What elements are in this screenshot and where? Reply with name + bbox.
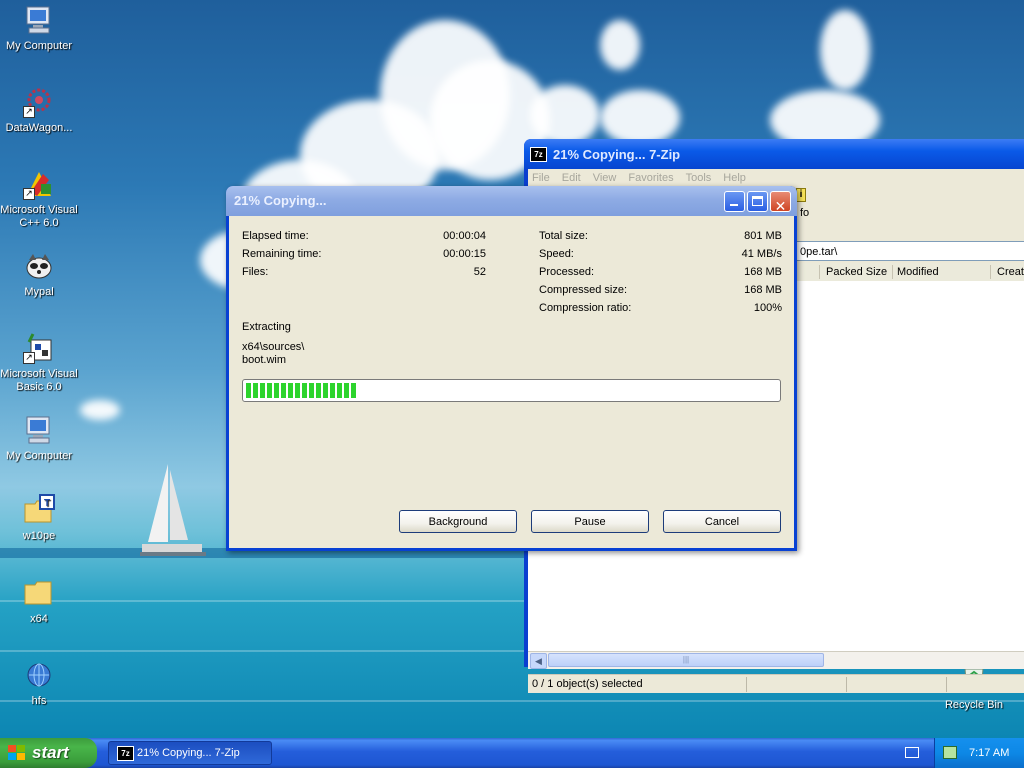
scroll-thumb[interactable]: ||| [548, 653, 824, 667]
hfs-icon [23, 659, 55, 691]
system-tray: 7:17 AM [934, 738, 1024, 768]
compressed-size-label: Compressed size: [539, 284, 628, 296]
speed-label: Speed: [539, 248, 574, 260]
minimize-icon [730, 204, 738, 206]
svg-text:T: T [44, 498, 50, 509]
desktop-icon-my-computer[interactable]: My Computer [0, 4, 78, 53]
minimize-button[interactable] [724, 191, 745, 212]
column-modified[interactable]: Modified [897, 263, 939, 281]
desktop: My Computer ↗ DataWagon... ↗ Microsoft V… [0, 0, 1024, 738]
network-icon[interactable] [943, 746, 957, 759]
processed-label: Processed: [539, 266, 595, 278]
column-created[interactable]: Creat [997, 263, 1024, 281]
maximize-button[interactable] [747, 191, 768, 212]
menu-view[interactable]: View [593, 172, 617, 184]
datawagon-icon: ↗ [23, 86, 55, 118]
maximize-icon [752, 196, 763, 206]
total-size-value: 801 MB [744, 230, 782, 242]
desktop-icon-hfs[interactable]: hfs [0, 659, 78, 708]
menu-file[interactable]: File [532, 172, 550, 184]
elapsed-time-label: Elapsed time: [242, 230, 309, 242]
total-size-label: Total size: [539, 230, 588, 242]
current-file: boot.wim [242, 354, 287, 366]
current-path: x64\sources\ [242, 341, 305, 353]
folder-icon [23, 577, 55, 609]
remaining-time-value: 00:00:15 [443, 248, 486, 260]
mypal-icon [23, 250, 55, 282]
menu-edit[interactable]: Edit [562, 172, 581, 184]
start-button[interactable]: start [0, 738, 97, 768]
desktop-icon-x64[interactable]: x64 [0, 577, 78, 626]
menu-favorites[interactable]: Favorites [628, 172, 673, 184]
pause-button[interactable]: Pause [531, 510, 649, 533]
close-icon: ✕ [774, 198, 787, 214]
keyboard-icon[interactable] [905, 747, 919, 758]
windows-logo-icon [8, 745, 26, 761]
copy-progress-dialog[interactable]: 21% Copying... ✕ Elapsed time: 00:00:04 … [226, 186, 797, 551]
toolbar-info-label[interactable]: fo [800, 207, 809, 219]
desktop-icon-my-computer-2[interactable]: My Computer [0, 414, 78, 463]
close-button[interactable]: ✕ [770, 191, 791, 214]
dialog-title: 21% Copying... [234, 193, 327, 208]
dialog-titlebar[interactable]: 21% Copying... ✕ [226, 186, 797, 216]
compression-ratio-label: Compression ratio: [539, 302, 632, 314]
sailboat-image [140, 464, 206, 556]
menu-bar: File Edit View Favorites Tools Help [528, 169, 1024, 187]
my-computer-icon [23, 4, 55, 36]
progress-bar-fill [246, 383, 358, 398]
menu-tools[interactable]: Tools [686, 172, 712, 184]
desktop-icon-mypal[interactable]: Mypal [0, 250, 78, 299]
cancel-button[interactable]: Cancel [663, 510, 781, 533]
desktop-icon-datawagon[interactable]: ↗ DataWagon... [0, 86, 78, 135]
info-icon[interactable]: i [796, 188, 806, 202]
files-value: 52 [473, 266, 486, 278]
column-packed-size[interactable]: Packed Size [826, 263, 887, 281]
taskbar-item-label: 21% Copying... 7-Zip [137, 747, 240, 759]
scroll-left-icon[interactable]: ◀ [530, 653, 547, 669]
status-bar: 0 / 1 object(s) selected [528, 674, 1024, 693]
desktop-icon-w10pe[interactable]: T w10pe [0, 494, 78, 543]
speed-value: 41 MB/s [741, 248, 782, 260]
horizontal-scrollbar[interactable]: ◀ ||| [528, 651, 1024, 669]
taskbar: start 7z 21% Copying... 7-Zip 7:17 AM [0, 738, 1024, 768]
current-action: Extracting [242, 321, 291, 333]
visual-cpp-icon: ↗ [23, 168, 55, 200]
dialog-body: Elapsed time: 00:00:04 Remaining time: 0… [229, 216, 794, 548]
7zip-window-titlebar[interactable]: 7z 21% Copying... 7-Zip [524, 139, 1024, 169]
remaining-time-label: Remaining time: [242, 248, 322, 260]
menu-help[interactable]: Help [723, 172, 746, 184]
7zip-taskbar-icon: 7z [117, 746, 134, 761]
7zip-window-title: 21% Copying... 7-Zip [553, 146, 681, 162]
my-computer-icon [23, 414, 55, 446]
visual-basic-icon: ↗ [23, 332, 55, 364]
taskbar-item-7zip[interactable]: 7z 21% Copying... 7-Zip [108, 741, 272, 765]
status-selection: 0 / 1 object(s) selected [532, 678, 643, 690]
clock[interactable]: 7:17 AM [969, 738, 1009, 768]
compressed-size-value: 168 MB [744, 284, 782, 296]
desktop-icon-visual-basic[interactable]: ↗ Microsoft Visual Basic 6.0 [0, 332, 78, 394]
compression-ratio-value: 100% [753, 302, 782, 314]
files-label: Files: [242, 266, 269, 278]
elapsed-time-value: 00:00:04 [443, 230, 486, 242]
start-label: start [32, 743, 69, 762]
folder-icon: T [23, 494, 55, 526]
7zip-app-icon: 7z [530, 146, 547, 162]
desktop-icon-visual-cpp[interactable]: ↗ Microsoft Visual C++ 6.0 [0, 168, 78, 230]
processed-value: 168 MB [744, 266, 782, 278]
progress-bar [242, 379, 781, 402]
background-button[interactable]: Background [399, 510, 517, 533]
